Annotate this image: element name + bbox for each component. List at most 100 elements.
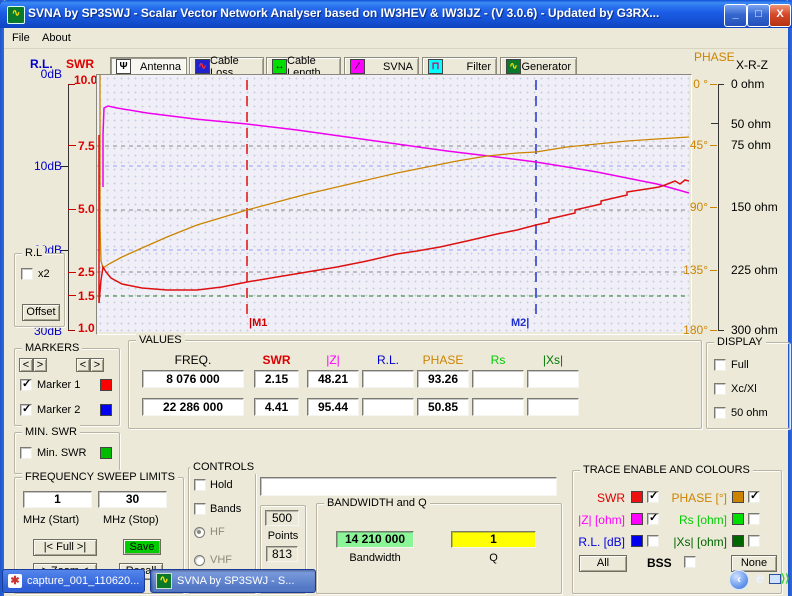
generator-icon: ∿ xyxy=(506,59,521,74)
bands-checkbox[interactable] xyxy=(194,503,206,515)
trace-phase-checkbox[interactable] xyxy=(748,491,760,503)
trace-z-checkbox[interactable] xyxy=(647,513,659,525)
value-rl-m2[interactable] xyxy=(362,398,414,416)
trace-xs-swatch[interactable] xyxy=(732,535,744,547)
value-z-m2[interactable]: 95.44 xyxy=(307,398,359,416)
full-span-button[interactable]: |< Full >| xyxy=(33,539,97,556)
trace-swr-checkbox[interactable] xyxy=(647,491,659,503)
marker2-color-swatch[interactable] xyxy=(100,404,112,416)
title-bar[interactable]: ∿ SVNA by SP3SWJ - Scalar Vector Network… xyxy=(0,0,792,28)
offset-button[interactable]: Offset xyxy=(22,304,60,321)
tab-svna-label: SVNA xyxy=(383,61,413,73)
window-title: SVNA by SP3SWJ - Scalar Vector Network A… xyxy=(28,6,720,20)
close-button[interactable]: X xyxy=(769,4,791,27)
right-axis-xrz-title: X-R-Z xyxy=(736,58,768,72)
marker2-prev-button[interactable]: < xyxy=(76,358,90,372)
display-xcxl-checkbox[interactable] xyxy=(714,383,726,395)
value-xs-m1[interactable] xyxy=(527,370,579,388)
tray-collapse-chevron-icon[interactable]: ‹ xyxy=(729,570,749,590)
bandwidth-caption: BANDWIDTH and Q xyxy=(324,496,430,510)
hf-radio[interactable] xyxy=(194,527,205,538)
marker2-next-button[interactable]: > xyxy=(90,358,104,372)
min-swr-label: Min. SWR xyxy=(37,447,87,459)
ohm-tick-150: 150 ohm xyxy=(731,200,778,214)
value-phase-m1[interactable]: 93.26 xyxy=(417,370,469,388)
rl-tick-10db: 10dB xyxy=(30,159,62,173)
values-header-rl: R.L. xyxy=(362,353,414,367)
trace-xs-checkbox[interactable] xyxy=(748,535,760,547)
rl-x2-label: x2 xyxy=(38,268,50,280)
value-swr-m1[interactable]: 2.15 xyxy=(254,370,299,388)
hold-checkbox[interactable] xyxy=(194,479,206,491)
value-rs-m2[interactable] xyxy=(472,398,524,416)
menu-file[interactable]: File xyxy=(12,32,30,44)
taskbar-item-svna[interactable]: ∿ SVNA by SP3SWJ - S... xyxy=(150,569,316,593)
swr-tick-2-5: 2.5 xyxy=(78,265,95,279)
value-freq-m1[interactable]: 8 076 000 xyxy=(142,370,244,388)
status-field[interactable] xyxy=(260,477,557,496)
swr-tick-mark xyxy=(68,145,76,146)
trace-rl-checkbox[interactable] xyxy=(647,535,659,547)
taskbar-item-capture[interactable]: ✱ capture_001_110620... xyxy=(2,569,145,593)
phase-tick-mark xyxy=(710,207,717,208)
marker1-next-button[interactable]: > xyxy=(33,358,47,372)
sweep-start-label: MHz (Start) xyxy=(23,514,79,526)
trace-swr-swatch[interactable] xyxy=(631,491,643,503)
value-phase-m2[interactable]: 50.85 xyxy=(417,398,469,416)
trace-rs-checkbox[interactable] xyxy=(748,513,760,525)
points-field-2[interactable]: 813 xyxy=(266,546,298,562)
trace-swr-label: SWR xyxy=(575,491,625,505)
display-50ohm-checkbox[interactable] xyxy=(714,407,726,419)
swr-tick-10: 10.0 xyxy=(74,73,97,87)
bandwidth-label: Bandwidth xyxy=(336,552,414,564)
value-rs-m1[interactable] xyxy=(472,370,524,388)
value-rl-m1[interactable] xyxy=(362,370,414,388)
marker2-checkbox[interactable] xyxy=(20,404,32,416)
values-header-z: |Z| xyxy=(307,353,359,367)
values-header-xs: |Xs| xyxy=(527,353,579,367)
chart-plot-area[interactable]: |M1 M2| xyxy=(97,75,689,332)
trace-rl-swatch[interactable] xyxy=(631,535,643,547)
value-freq-m2[interactable]: 22 286 000 xyxy=(142,398,244,416)
chart-frame: |M1 M2| xyxy=(96,74,692,335)
rl-options-group: R.L x2 Offset xyxy=(14,253,65,327)
values-header-freq: FREQ. xyxy=(142,353,244,367)
marker1-checkbox-label: Marker 1 xyxy=(37,379,80,391)
trace-rs-swatch[interactable] xyxy=(732,513,744,525)
right-axis-phase-title: PHASE xyxy=(694,50,735,64)
taskbar-item-svna-label: SVNA by SP3SWJ - S... xyxy=(177,575,294,587)
network-monitor-glyph xyxy=(769,574,781,584)
trace-phase-swatch[interactable] xyxy=(732,491,744,503)
ohm-tick-bottom xyxy=(718,330,724,331)
marker2-label[interactable]: M2| xyxy=(511,317,529,329)
display-full-checkbox[interactable] xyxy=(714,359,726,371)
save-button[interactable]: Save xyxy=(123,539,161,555)
app-icon: ∿ xyxy=(7,6,25,24)
min-swr-color-swatch[interactable] xyxy=(100,447,112,459)
marker1-label[interactable]: |M1 xyxy=(249,317,267,329)
hold-label: Hold xyxy=(210,479,233,491)
marker1-color-swatch[interactable] xyxy=(100,379,112,391)
bandwidth-field[interactable]: 14 210 000 xyxy=(336,531,414,548)
rl-tick-mark xyxy=(61,250,68,251)
q-field[interactable]: 1 xyxy=(451,531,536,548)
points-field[interactable]: 500 xyxy=(265,510,299,526)
chart-svg[interactable] xyxy=(97,75,689,332)
sweep-stop-field[interactable]: 30 xyxy=(98,491,167,508)
value-swr-m2[interactable]: 4.41 xyxy=(254,398,299,416)
trace-z-swatch[interactable] xyxy=(631,513,643,525)
svna-icon: ∕ xyxy=(350,59,365,74)
marker1-prev-button[interactable]: < xyxy=(19,358,33,372)
rl-x2-checkbox[interactable] xyxy=(21,268,33,280)
value-z-m1[interactable]: 48.21 xyxy=(307,370,359,388)
menu-about[interactable]: About xyxy=(42,32,71,44)
maximize-button[interactable]: □ xyxy=(747,4,770,27)
sweep-start-field[interactable]: 1 xyxy=(23,491,92,508)
marker1-checkbox[interactable] xyxy=(20,379,32,391)
min-swr-group: MIN. SWR Min. SWR xyxy=(14,432,120,474)
tray-ie-icon[interactable]: e xyxy=(752,570,768,588)
minimize-button[interactable]: _ xyxy=(724,4,747,27)
min-swr-checkbox[interactable] xyxy=(20,447,32,459)
value-xs-m2[interactable] xyxy=(527,398,579,416)
phase-tick-mark xyxy=(710,270,717,271)
